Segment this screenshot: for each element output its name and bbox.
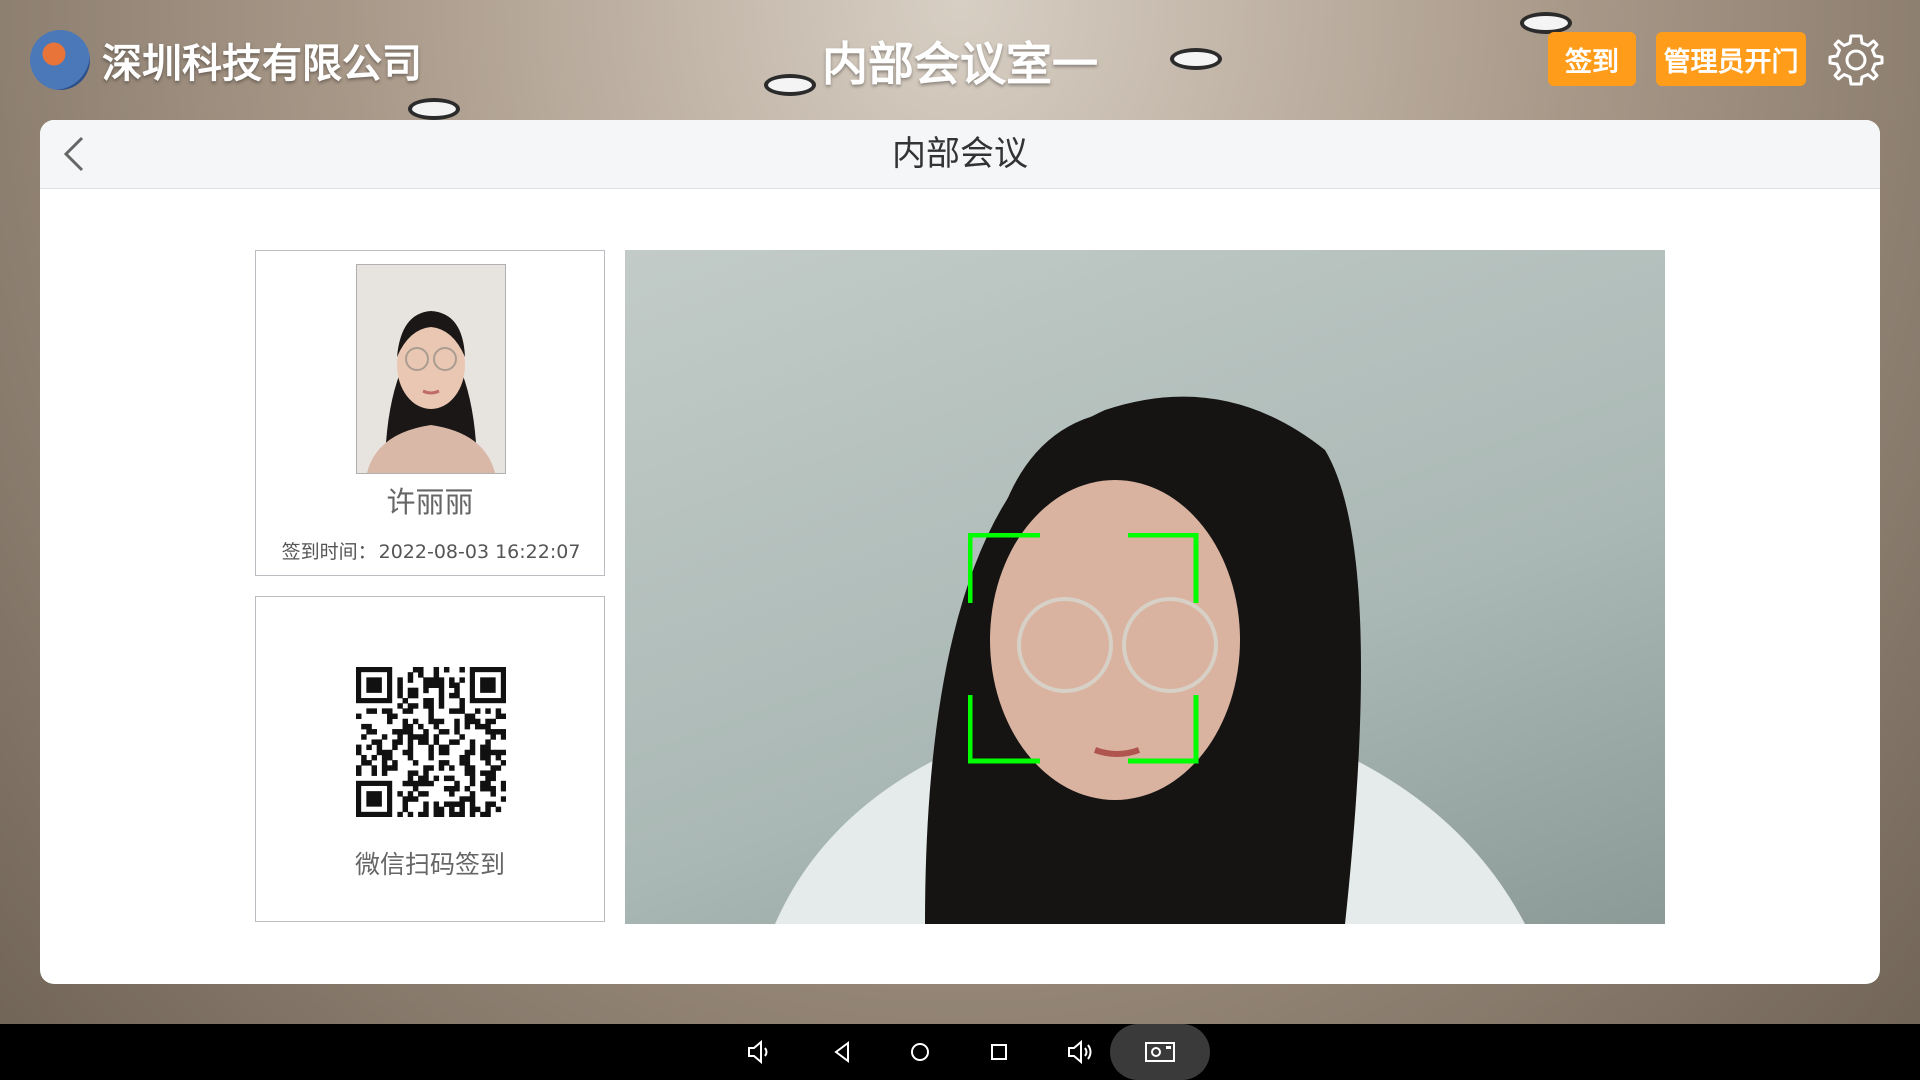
volume-down-icon[interactable] bbox=[745, 1038, 773, 1066]
app-header: 深圳科技有限公司 内部会议室一 签到 管理员开门 bbox=[0, 0, 1920, 120]
sign-in-time: 签到时间： 2022-08-03 16:22:07 bbox=[256, 537, 604, 564]
face-detect-frame bbox=[968, 533, 1199, 764]
triangle-back-icon[interactable] bbox=[828, 1038, 856, 1066]
chevron-left-icon[interactable] bbox=[56, 134, 96, 174]
panel-title: 内部会议 bbox=[892, 134, 1028, 174]
screenshot-icon bbox=[1145, 1042, 1175, 1062]
wechat-qr-card: 微信扫码签到 bbox=[255, 596, 605, 922]
qr-label: 微信扫码签到 bbox=[354, 850, 505, 879]
sign-in-time-value: 2022-08-03 16:22:07 bbox=[378, 541, 581, 563]
sign-in-button[interactable]: 签到 bbox=[1548, 32, 1636, 86]
square-recents-icon[interactable] bbox=[985, 1038, 1013, 1066]
attendee-name: 许丽丽 bbox=[386, 485, 474, 519]
sign-in-time-label: 签到时间： bbox=[281, 541, 377, 563]
camera-feed bbox=[625, 250, 1665, 924]
panel-header: 内部会议 bbox=[40, 120, 1880, 189]
screenshot-button[interactable] bbox=[1110, 1024, 1210, 1080]
qr-code bbox=[356, 667, 506, 817]
meeting-panel: 内部会议 许丽丽 签到时间： 2022-08-03 16:22:07 微信扫码签到 bbox=[40, 120, 1880, 984]
system-nav-bar bbox=[0, 1024, 1920, 1080]
attendee-card: 许丽丽 签到时间： 2022-08-03 16:22:07 bbox=[255, 250, 605, 576]
attendee-photo bbox=[356, 264, 506, 474]
circle-home-icon[interactable] bbox=[906, 1038, 934, 1066]
gear-icon[interactable] bbox=[1826, 30, 1886, 90]
admin-open-door-button[interactable]: 管理员开门 bbox=[1656, 32, 1806, 86]
volume-up-icon[interactable] bbox=[1066, 1038, 1094, 1066]
